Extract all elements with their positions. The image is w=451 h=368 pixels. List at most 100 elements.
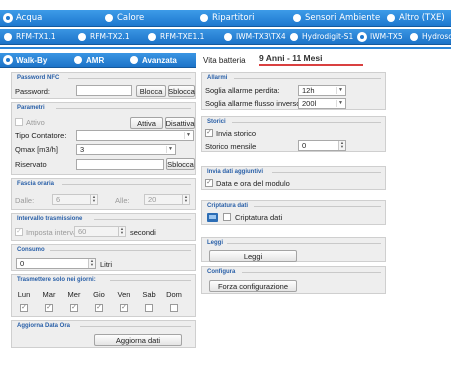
invia-storico-checkbox[interactable]: ✓: [205, 129, 213, 137]
giorni-panel: Trasmettere solo nei giorni: Lun Mar Mer…: [11, 274, 196, 317]
panel-rule: [62, 184, 191, 185]
storici-panel: Storici ✓ Invia storico Storico mensile …: [201, 116, 386, 152]
tab-sensori-ambiente[interactable]: Sensori Ambiente: [293, 10, 380, 26]
day-checkbox-lun[interactable]: ✓: [20, 304, 28, 312]
panel-title: Invia dati aggiuntivi: [207, 169, 264, 175]
day-label-mer: Mer: [67, 290, 81, 299]
tab-iwm-tx5[interactable]: IWM-TX5: [358, 29, 403, 44]
tab-rfm-tx2-1[interactable]: RFM-TX2.1: [78, 29, 130, 44]
password-panel: Password NFC Password: Blocca Sblocca: [11, 72, 196, 99]
consumo-spinner[interactable]: 0 ▲ ▼: [16, 258, 96, 269]
panel-rule: [254, 206, 381, 207]
tab-hydrosonic[interactable]: Hydrosonic: [410, 29, 451, 44]
unlock-reserved-button[interactable]: Sblocca: [166, 158, 195, 170]
leak-threshold-select[interactable]: 12h ▼: [298, 85, 346, 96]
spinner-arrows-icon[interactable]: ▲ ▼: [182, 195, 189, 204]
spinner-arrows-icon[interactable]: ▲ ▼: [118, 227, 125, 236]
day-checkbox-gio[interactable]: ✓: [95, 304, 103, 312]
select-value: 3: [80, 145, 85, 154]
tab-label: AMR: [86, 55, 105, 65]
tab-walk-by[interactable]: Walk-By: [4, 53, 47, 67]
to-spinner[interactable]: 20 ▲ ▼: [144, 194, 190, 205]
storico-mensile-spinner[interactable]: 0 ▲ ▼: [298, 140, 346, 151]
data-ora-modulo-checkbox[interactable]: ✓: [205, 179, 213, 187]
radio-icon: [4, 32, 12, 41]
password-label: Password:: [15, 87, 51, 96]
forza-configurazione-button[interactable]: Forza configurazione: [209, 280, 297, 292]
chevron-down-icon: ▼: [184, 132, 192, 139]
consumo-panel: Consumo 0 ▲ ▼ Litri: [11, 244, 196, 271]
day-label-gio: Gio: [93, 290, 105, 299]
invia-storico-label: Invia storico: [216, 129, 257, 138]
tab-altro-txe[interactable]: Altro (TXE): [387, 10, 445, 26]
day-checkbox-dom[interactable]: [170, 304, 178, 312]
leggi-button[interactable]: Leggi: [209, 250, 297, 262]
counter-type-select[interactable]: ▼: [76, 130, 194, 141]
day-checkbox-ven[interactable]: ✓: [120, 304, 128, 312]
day-label-mar: Mar: [42, 290, 56, 299]
intervallo-spinner[interactable]: 60 ▲ ▼: [74, 226, 126, 237]
tab-calore[interactable]: Calore: [105, 10, 144, 26]
leggi-panel: Leggi Leggi: [201, 237, 386, 262]
tab-amr[interactable]: AMR: [74, 53, 104, 67]
reserved-input[interactable]: [76, 159, 164, 170]
tab-rfm-txe1-1[interactable]: RFM-TXE1.1: [148, 29, 204, 44]
dati-aggiuntivi-panel: Invia dati aggiuntivi ✓ Data e ora del m…: [201, 166, 386, 190]
day-label-sab: Sab: [142, 290, 156, 299]
day-checkbox-mar[interactable]: ✓: [45, 304, 53, 312]
spinner-arrows-icon[interactable]: ▲ ▼: [90, 195, 97, 204]
panel-rule: [68, 78, 191, 79]
radio-icon: [148, 32, 156, 41]
to-label: Alle:: [115, 196, 130, 205]
panel-title: Fascia oraria: [17, 181, 55, 187]
battery-underline: [259, 64, 363, 66]
qmax-select[interactable]: 3 ▼: [76, 144, 176, 155]
tab-avanzata[interactable]: Avanzata: [130, 53, 177, 67]
aggiorna-dati-button[interactable]: Aggiorna dati: [94, 334, 182, 346]
password-input[interactable]: [76, 85, 132, 96]
radio-icon: [78, 32, 86, 41]
spinner-arrows-icon[interactable]: ▲ ▼: [338, 141, 345, 150]
spinner-arrows-icon[interactable]: ▲ ▼: [88, 259, 95, 268]
unlock-button[interactable]: Sblocca: [168, 85, 195, 97]
panel-rule: [232, 122, 381, 123]
panel-rule: [242, 272, 381, 273]
counter-type-label: Tipo Contatore:: [15, 131, 67, 140]
criptatura-checkbox[interactable]: [223, 213, 231, 221]
activate-button[interactable]: Attiva: [130, 117, 163, 129]
imposta-intervallo-checkbox[interactable]: ✓: [15, 228, 23, 236]
reverse-flow-select[interactable]: 200l ▼: [298, 98, 346, 109]
tab-rfm-tx1-1[interactable]: RFM-TX1.1: [4, 29, 56, 44]
deactivate-button[interactable]: Disattiva: [165, 117, 195, 129]
tab-label: Hydrosonic: [422, 32, 451, 41]
allarmi-panel: Allarmi Soglia allarme perdita: 12h ▼ Sog…: [201, 72, 386, 110]
tab-label: Ripartitori: [212, 13, 255, 23]
chevron-down-icon: ▼: [336, 87, 344, 94]
from-spinner[interactable]: 6 ▲ ▼: [52, 194, 98, 205]
day-checkbox-mer[interactable]: ✓: [70, 304, 78, 312]
day-checkbox-sab[interactable]: [145, 304, 153, 312]
panel-title: Password NFC: [17, 75, 60, 81]
chevron-down-icon: ▼: [166, 146, 174, 153]
radio-icon: [410, 32, 418, 41]
panel-rule: [227, 243, 381, 244]
attivo-checkbox[interactable]: [15, 118, 23, 126]
lock-button[interactable]: Blocca: [136, 85, 166, 97]
panel-rule: [272, 172, 381, 173]
tab-acqua[interactable]: Acqua: [4, 10, 42, 26]
configura-panel: Configura Forza configurazione: [201, 266, 386, 294]
tab-iwm-tx3-tx4[interactable]: IWM-TX3\TX4: [224, 29, 286, 44]
radio-selected-icon: [4, 14, 12, 22]
parametri-panel: Parametri Attivo Attiva Disattiva Tipo C…: [11, 102, 196, 175]
radio-icon: [290, 32, 298, 41]
tab-hydrodigit-s1[interactable]: Hydrodigit-S1: [290, 29, 353, 44]
device-model-tabbar: RFM-TX1.1 RFM-TX2.1 RFM-TXE1.1 IWM-TX3\T…: [0, 29, 451, 45]
panel-rule: [110, 280, 191, 281]
tab-label: RFM-TXE1.1: [160, 32, 205, 41]
spinner-value: 0: [302, 141, 307, 150]
from-label: Dalle:: [15, 196, 35, 205]
tab-ripartitori[interactable]: Ripartitori: [200, 10, 254, 26]
criptatura-panel: Criptatura dati Criptatura dati: [201, 200, 386, 225]
battery-label: Vita batteria: [203, 56, 246, 65]
radio-icon: [387, 14, 395, 22]
